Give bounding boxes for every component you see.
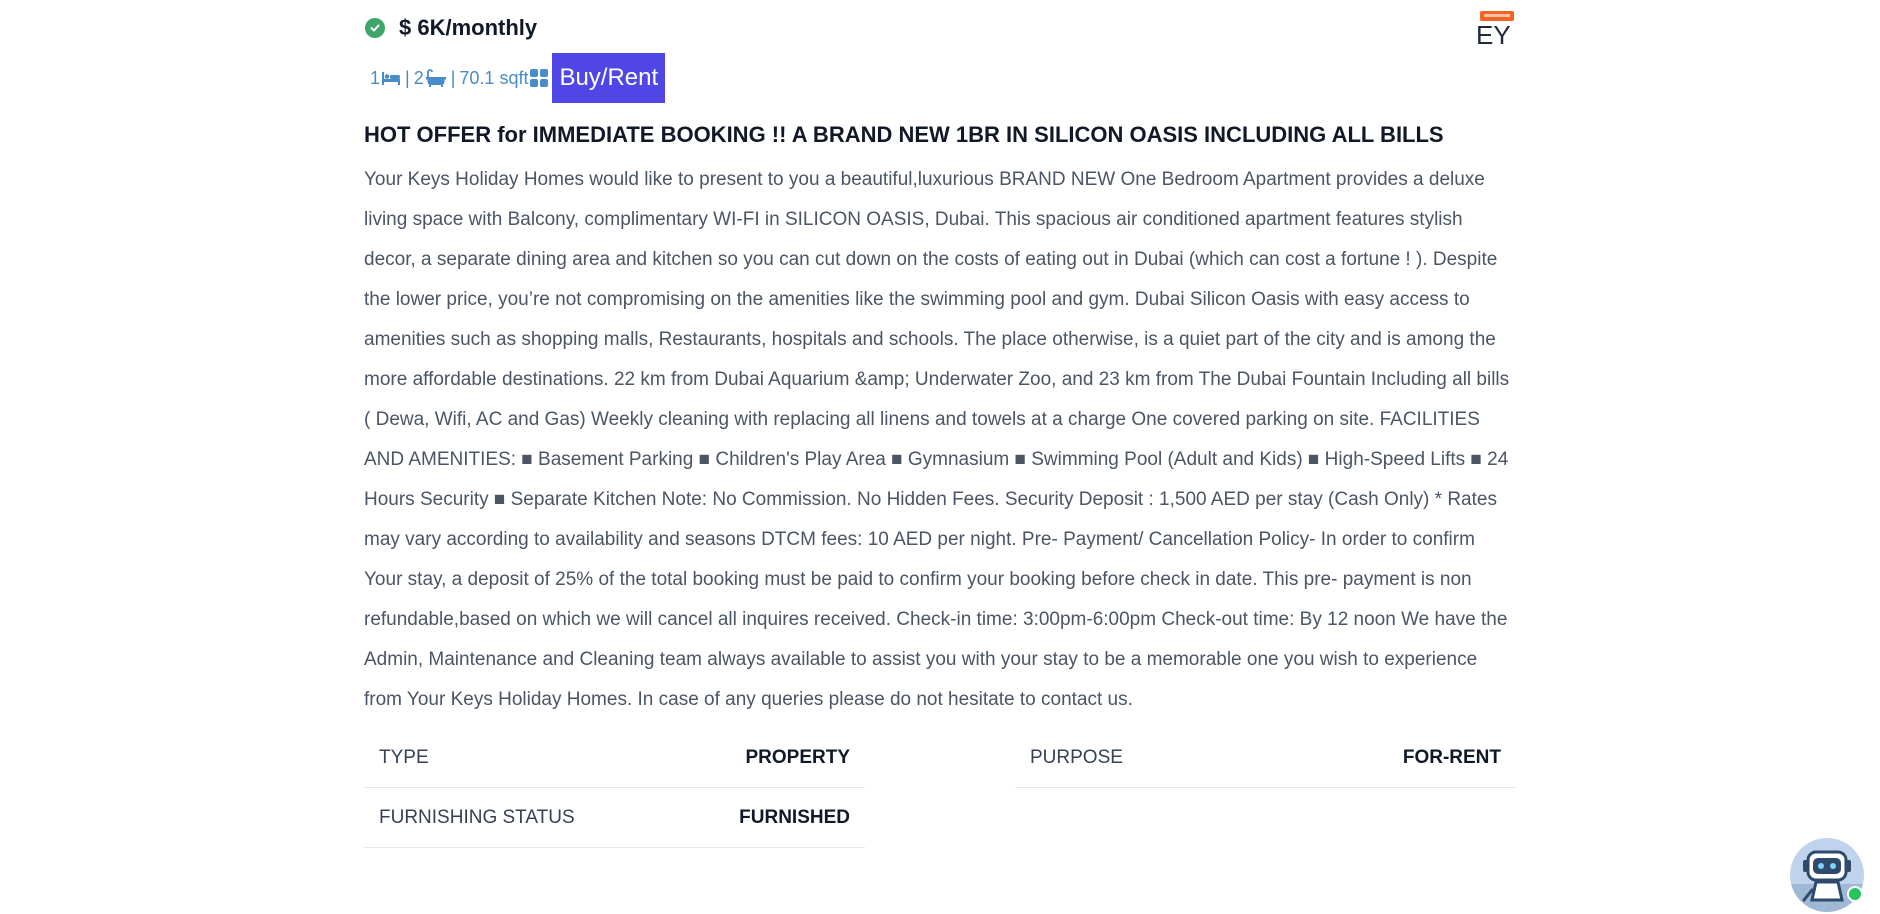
- buy-rent-badge[interactable]: Buy/Rent: [552, 53, 666, 103]
- agency-logo: EY: [1474, 11, 1516, 50]
- detail-row-type: TYPE PROPERTY: [364, 728, 865, 788]
- page: $ 6K/monthly EY 1 | 2 | 70.1 sqft Buy/Re…: [0, 0, 1880, 914]
- furnishing-label: FURNISHING STATUS: [379, 806, 575, 828]
- detail-row-purpose: PURPOSE FOR-RENT: [1015, 728, 1516, 788]
- spec-separator: |: [450, 67, 456, 88]
- bed-icon: [382, 72, 401, 85]
- online-status-dot: [1847, 886, 1863, 902]
- bedrooms-count: 1: [370, 67, 381, 88]
- bathrooms-spec: 2: [414, 68, 447, 89]
- type-value: PROPERTY: [745, 746, 850, 768]
- purpose-value: FOR-RENT: [1402, 746, 1501, 768]
- purpose-label: PURPOSE: [1030, 746, 1123, 768]
- listing-details: $ 6K/monthly EY 1 | 2 | 70.1 sqft Buy/Re…: [364, 0, 1516, 848]
- check-circle-icon: [365, 18, 385, 38]
- specs-row: 1 | 2 | 70.1 sqft Buy/Rent: [364, 53, 1516, 103]
- listing-description: Your Keys Holiday Homes would like to pr…: [364, 169, 1510, 710]
- bathrooms-count: 2: [413, 67, 424, 88]
- price: $ 6K/monthly: [399, 15, 538, 40]
- detail-row-furnishing: FURNISHING STATUS FURNISHED: [364, 788, 865, 848]
- area-spec: 70.1 sqft: [459, 68, 549, 89]
- furnishing-value: FURNISHED: [739, 806, 850, 828]
- details-column-left: TYPE PROPERTY FURNISHING STATUS FURNISHE…: [364, 728, 865, 848]
- type-label: TYPE: [379, 746, 429, 768]
- bath-icon: [425, 69, 446, 87]
- listing-title: HOT OFFER for IMMEDIATE BOOKING !! A BRA…: [364, 122, 1444, 147]
- price-row: $ 6K/monthly: [364, 0, 1516, 56]
- spec-separator: |: [405, 67, 410, 88]
- area-value: 70.1 sqft: [459, 67, 529, 88]
- bedrooms-spec: 1: [364, 68, 401, 89]
- details-column-right: PURPOSE FOR-RENT: [1015, 728, 1516, 848]
- grid-icon: [530, 69, 549, 87]
- logo-text: EY: [1476, 20, 1511, 47]
- details-table: TYPE PROPERTY FURNISHING STATUS FURNISHE…: [364, 728, 1516, 848]
